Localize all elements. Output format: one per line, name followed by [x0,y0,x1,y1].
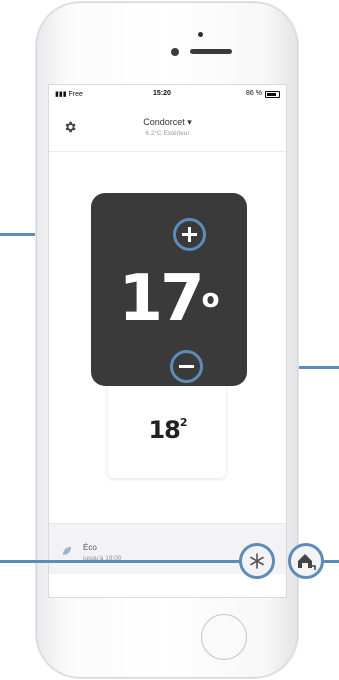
snowflake-icon [250,553,264,569]
minus-icon [179,365,194,368]
mode-label: Éco [83,543,97,552]
decrease-temperature-button[interactable] [170,350,203,383]
app-screen: ▮▮▮ Free 15:20 86 % Condorcet ▾ 6.2°C Ex… [48,84,287,598]
exterior-temperature: 6.2°C Extérieur [145,130,190,137]
target-temperature-display: 17o [91,193,247,386]
earpiece-speaker [190,49,232,54]
frost-guard-button[interactable] [239,543,275,579]
battery-icon [265,91,280,98]
away-mode-button[interactable] [288,543,324,579]
header: Condorcet ▾ 6.2°C Extérieur [49,103,286,152]
plus-icon [182,227,197,242]
house-away-icon [298,554,316,570]
increase-temperature-button[interactable] [173,218,206,251]
home-button[interactable] [201,614,247,660]
eco-leaf-icon [63,547,71,555]
status-time: 15:20 [153,90,171,97]
status-bar: ▮▮▮ Free 15:20 86 % [49,85,286,103]
proximity-sensor [198,32,203,37]
callout-line-frost [0,560,240,563]
current-temperature: 182 [148,416,187,444]
location-selector[interactable]: Condorcet ▾ [49,117,286,128]
carrier-label: ▮▮▮ Free [55,91,83,98]
front-camera [171,48,179,56]
battery-level: 86 % [246,90,262,97]
target-temperature: 17o [118,262,220,336]
